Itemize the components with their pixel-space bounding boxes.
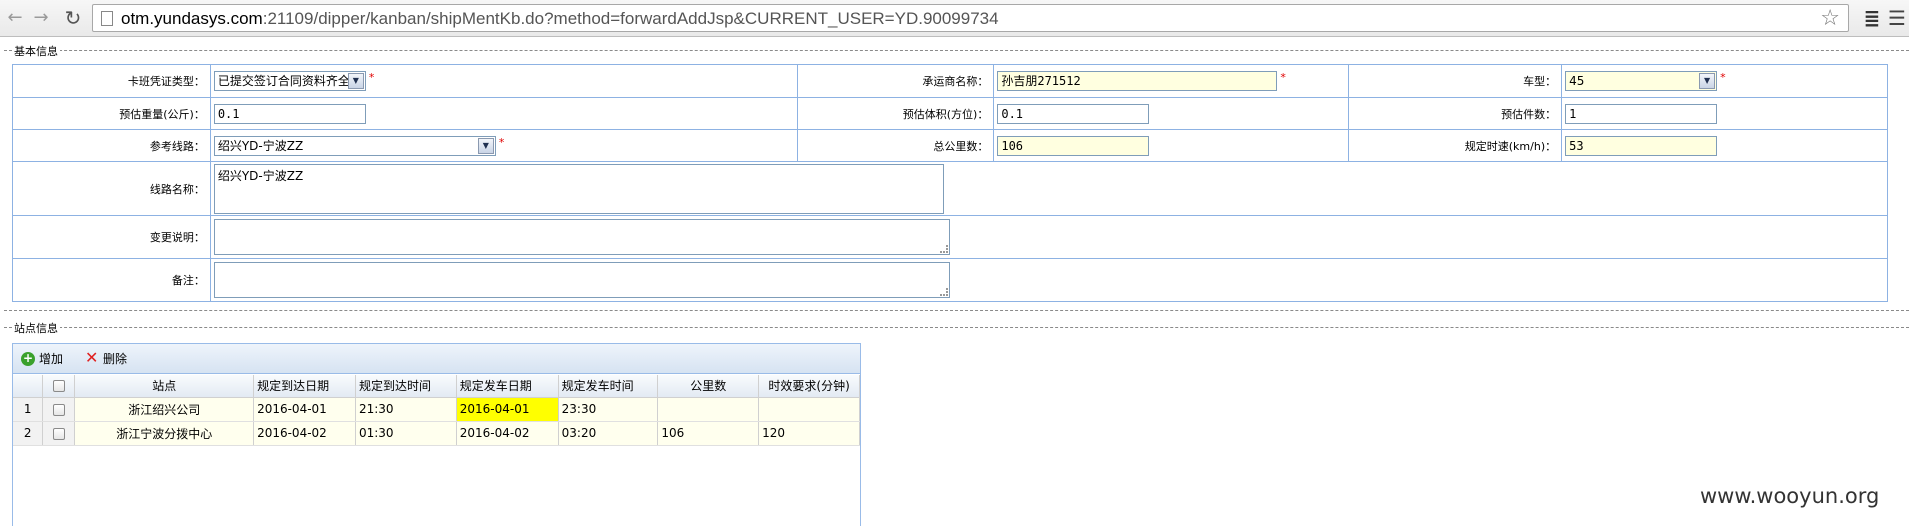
select-all-checkbox[interactable] <box>52 380 65 393</box>
extension-icon[interactable]: ≣ <box>1862 6 1882 30</box>
browser-toolbar: ← → ↻ otm.yundasys.com:21109/dipper/kanb… <box>0 0 1909 37</box>
add-button[interactable]: + 增加 <box>21 351 63 367</box>
vehicle-type-value: 45 <box>1569 74 1585 88</box>
chevron-down-icon[interactable]: ▼ <box>347 73 364 89</box>
basic-info-legend: 基本信息 <box>12 43 60 59</box>
limit-cell[interactable] <box>758 397 860 422</box>
required-mark: * <box>1720 71 1726 84</box>
url-text[interactable]: otm.yundasys.com:21109/dipper/kanban/shi… <box>121 9 999 29</box>
remark-textarea[interactable] <box>213 262 950 298</box>
route-name-label: 线路名称： <box>12 161 211 216</box>
column-header[interactable]: 规定到达日期 <box>253 375 356 398</box>
table-header-row: 站点 规定到达日期 规定到达时间 规定发车日期 规定发车时间 公里数 时效要求(… <box>13 375 860 398</box>
bookmark-star-icon[interactable]: ☆ <box>1820 6 1840 31</box>
menu-icon[interactable]: ☰ <box>1888 6 1908 30</box>
grid-toolbar: + 增加 ✕ 删除 <box>13 344 860 374</box>
speed-input[interactable]: 53 <box>1565 135 1718 156</box>
est-volume-input[interactable]: 0.1 <box>997 103 1150 124</box>
voucher-type-select[interactable]: 已提交签订合同资料齐全 ▼ <box>213 71 366 91</box>
speed-label: 规定时速(km/h)： <box>1348 129 1563 162</box>
chevron-down-icon[interactable]: ▼ <box>1699 73 1716 89</box>
column-header[interactable]: 站点 <box>74 375 255 398</box>
column-header[interactable]: 规定发车时间 <box>558 375 659 398</box>
row-number-header <box>13 375 44 398</box>
fieldset-divider <box>4 310 1909 311</box>
watermark: www.wooyun.org <box>1700 484 1880 508</box>
column-header[interactable]: 规定到达时间 <box>355 375 457 398</box>
plus-icon: + <box>21 351 35 366</box>
vehicle-type-label: 车型： <box>1348 64 1563 98</box>
row-number: 1 <box>13 397 44 422</box>
forward-arrow-icon[interactable]: → <box>30 7 52 29</box>
ref-route-value: 绍兴YD-宁波ZZ <box>217 138 304 153</box>
total-km-input[interactable]: 106 <box>997 135 1150 156</box>
carrier-name-label: 承运商名称： <box>796 64 995 98</box>
select-all-header <box>42 375 76 398</box>
back-arrow-icon[interactable]: ← <box>4 7 26 29</box>
required-mark: * <box>498 135 505 149</box>
ref-route-select[interactable]: 绍兴YD-宁波ZZ ▼ <box>213 135 496 156</box>
required-mark: * <box>1280 71 1286 84</box>
route-name-value: 绍兴YD-宁波ZZ <box>217 169 304 183</box>
limit-cell[interactable]: 120 <box>758 421 860 446</box>
page-icon <box>101 11 113 26</box>
reload-icon[interactable]: ↻ <box>62 7 84 29</box>
voucher-type-label: 卡班凭证类型： <box>12 64 211 98</box>
address-bar[interactable]: otm.yundasys.com:21109/dipper/kanban/shi… <box>92 4 1849 32</box>
depart-time-cell[interactable]: 23:30 <box>558 397 659 422</box>
add-button-label: 增加 <box>39 352 64 366</box>
table-row[interactable]: 1 浙江绍兴公司 2016-04-01 21:30 2016-04-01 23:… <box>13 397 860 422</box>
carrier-name-input[interactable]: 孙吉朋271512 <box>997 71 1278 91</box>
remark-label: 备注： <box>12 258 211 302</box>
change-note-label: 变更说明： <box>12 215 211 259</box>
url-host: otm.yundasys.com <box>121 9 263 28</box>
basic-info-fieldset <box>4 50 1909 51</box>
station-table: 站点 规定到达日期 规定到达时间 规定发车日期 规定发车时间 公里数 时效要求(… <box>13 375 860 446</box>
delete-button-label: 删除 <box>103 352 128 366</box>
depart-date-cell[interactable]: 2016-04-02 <box>456 421 559 446</box>
total-km-label: 总公里数： <box>796 129 995 162</box>
delete-x-icon: ✕ <box>85 348 99 367</box>
row-number: 2 <box>13 421 44 446</box>
station-cell[interactable]: 浙江宁波分拨中心 <box>74 421 255 446</box>
est-volume-label: 预估体积(方位)： <box>796 97 995 130</box>
url-path: :21109/dipper/kanban/shipMentKb.do?metho… <box>262 9 999 28</box>
ref-route-label: 参考线路： <box>12 129 211 162</box>
est-weight-input[interactable]: 0.1 <box>213 103 366 124</box>
depart-time-cell[interactable]: 03:20 <box>558 421 659 446</box>
est-weight-label: 预估重量(公斤)： <box>12 97 211 130</box>
route-name-textarea[interactable]: 绍兴YD-宁波ZZ <box>213 164 944 214</box>
chevron-down-icon[interactable]: ▼ <box>477 137 494 154</box>
station-info-fieldset <box>4 327 1909 328</box>
column-header[interactable]: 公里数 <box>657 375 760 398</box>
km-cell[interactable] <box>657 397 760 422</box>
change-note-textarea[interactable] <box>213 219 950 255</box>
km-cell[interactable]: 106 <box>657 421 760 446</box>
delete-button[interactable]: ✕ 删除 <box>85 348 128 367</box>
est-pieces-label: 预估件数： <box>1348 97 1563 130</box>
resize-grip-icon[interactable] <box>939 288 948 296</box>
required-mark: * <box>368 71 375 84</box>
row-checkbox[interactable] <box>52 403 65 416</box>
depart-date-cell[interactable]: 2016-04-01 <box>456 397 559 422</box>
station-info-legend: 站点信息 <box>12 320 60 336</box>
arrive-time-cell[interactable]: 21:30 <box>355 397 457 422</box>
vehicle-type-select[interactable]: 45 ▼ <box>1565 71 1718 91</box>
arrive-date-cell[interactable]: 2016-04-02 <box>253 421 356 446</box>
basic-info-form: 卡班凭证类型： 已提交签订合同资料齐全 ▼ * 承运商名称： 孙吉朋271512 * … <box>12 64 1889 302</box>
voucher-type-value: 已提交签订合同资料齐全 <box>217 74 350 88</box>
row-checkbox[interactable] <box>52 427 65 440</box>
arrive-date-cell[interactable]: 2016-04-01 <box>253 397 356 422</box>
arrive-time-cell[interactable]: 01:30 <box>355 421 457 446</box>
station-grid-panel: + 增加 ✕ 删除 站点 规定到达日期 规定到达时间 规定发车日期 规定发车时间 公… <box>12 343 861 526</box>
column-header[interactable]: 规定发车日期 <box>456 375 559 398</box>
column-header[interactable]: 时效要求(分钟) <box>758 375 860 398</box>
station-cell[interactable]: 浙江绍兴公司 <box>74 397 255 422</box>
resize-grip-icon[interactable] <box>939 245 948 253</box>
est-pieces-input[interactable]: 1 <box>1565 103 1718 124</box>
table-row[interactable]: 2 浙江宁波分拨中心 2016-04-02 01:30 2016-04-02 0… <box>13 421 860 446</box>
